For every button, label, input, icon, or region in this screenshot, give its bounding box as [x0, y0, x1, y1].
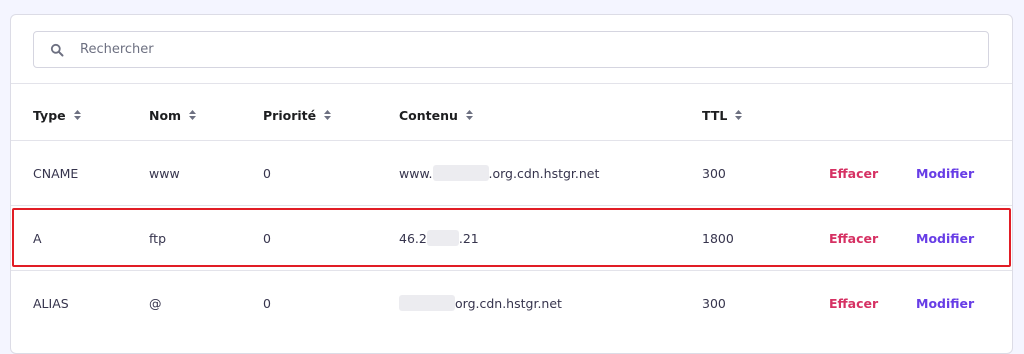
record-name: www [149, 165, 180, 181]
record-ttl: 300 [702, 295, 726, 311]
column-header-nom[interactable]: Nom [149, 85, 197, 145]
column-header-ttl[interactable]: TTL [702, 85, 743, 145]
record-priority: 0 [263, 230, 271, 246]
record-type: A [33, 230, 42, 246]
record-type: ALIAS [33, 295, 69, 311]
sort-icon [324, 110, 332, 120]
table-row: A ftp 0 46.2 .21 1800 Effacer Modifier [11, 208, 1012, 268]
divider [11, 270, 1012, 271]
sort-icon [465, 110, 473, 120]
edit-button[interactable]: Modifier [916, 208, 974, 268]
record-type: CNAME [33, 165, 79, 181]
record-content: org.cdn.hstgr.net [399, 273, 562, 333]
column-header-contenu[interactable]: Contenu [399, 85, 473, 145]
record-ttl: 300 [702, 165, 726, 181]
delete-button[interactable]: Effacer [829, 273, 878, 333]
redacted-block [432, 165, 489, 181]
record-content: www. .org.cdn.hstgr.net [399, 165, 600, 181]
sort-icon [189, 110, 197, 120]
delete-button[interactable]: Effacer [829, 143, 878, 203]
search-box[interactable] [33, 31, 989, 68]
record-name: ftp [149, 230, 167, 246]
edit-button[interactable]: Modifier [916, 143, 974, 203]
table-header: Type Nom Priorité Contenu TTL [11, 85, 1012, 145]
record-priority: 0 [263, 165, 271, 181]
table-row: CNAME www 0 www. .org.cdn.hstgr.net 300 … [11, 143, 1012, 203]
column-header-priorite[interactable]: Priorité [263, 85, 332, 145]
dns-records-card: Type Nom Priorité Contenu TTL CNAME www … [10, 14, 1013, 354]
column-header-type[interactable]: Type [33, 85, 81, 145]
divider [11, 205, 1012, 206]
record-content: 46.2 .21 [399, 230, 479, 246]
divider [11, 140, 1012, 141]
sort-icon [735, 110, 743, 120]
record-ttl: 1800 [702, 230, 734, 246]
search-icon [50, 43, 64, 57]
search-input[interactable] [78, 41, 988, 58]
record-priority: 0 [263, 295, 271, 311]
divider [11, 83, 1012, 84]
record-name: @ [149, 295, 162, 311]
table-row: ALIAS @ 0 org.cdn.hstgr.net 300 Effacer … [11, 273, 1012, 333]
redacted-block [399, 295, 455, 311]
sort-icon [73, 110, 81, 120]
edit-button[interactable]: Modifier [916, 273, 974, 333]
redacted-block [426, 230, 459, 246]
delete-button[interactable]: Effacer [829, 208, 878, 268]
